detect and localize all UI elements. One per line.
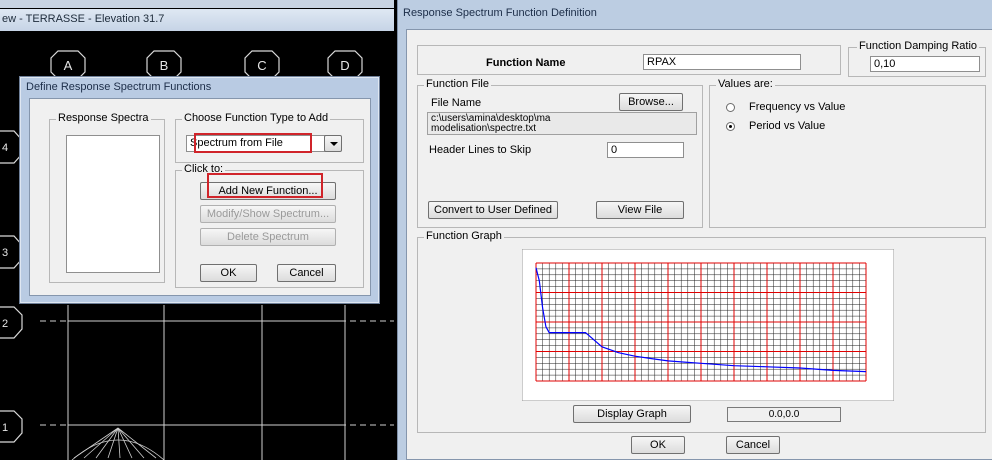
- add-function-highlight: [207, 173, 323, 198]
- display-graph-button[interactable]: Display Graph: [573, 405, 691, 423]
- elevation-title-bar: ew - TERRASSE - Elevation 31.7: [0, 9, 394, 31]
- function-type-dropdown-button[interactable]: [324, 135, 342, 152]
- values-are-group: Values are: Frequency vs Value Period vs…: [709, 78, 986, 228]
- period-radio-option[interactable]: Period vs Value: [726, 119, 906, 135]
- support-fan: [71, 427, 165, 460]
- convert-to-user-defined-button[interactable]: Convert to User Defined: [428, 201, 558, 219]
- period-radio[interactable]: [726, 122, 735, 131]
- graph-background: [522, 249, 894, 401]
- window-title: Response Spectrum Function Definition: [403, 7, 597, 19]
- response-spectra-label: Response Spectra: [56, 112, 151, 124]
- cancel-button[interactable]: Cancel: [277, 264, 336, 282]
- values-are-label: Values are:: [716, 78, 775, 90]
- choose-function-type-label: Choose Function Type to Add: [182, 112, 331, 124]
- ok-button[interactable]: OK: [631, 436, 685, 454]
- function-name-input[interactable]: RPAX: [643, 54, 801, 70]
- window-body: Function Name RPAX Function Damping Rati…: [406, 29, 992, 460]
- function-graph: [522, 249, 894, 401]
- story-label-3: 3: [2, 247, 8, 259]
- function-type-highlight: [194, 133, 312, 153]
- function-name-group: Function Name RPAX: [417, 45, 841, 75]
- view-file-button[interactable]: View File: [596, 201, 684, 219]
- modify-show-spectrum-button[interactable]: Modify/Show Spectrum...: [200, 205, 336, 223]
- delete-spectrum-button[interactable]: Delete Spectrum: [200, 228, 336, 246]
- response-spectra-list[interactable]: [66, 135, 160, 273]
- browse-button[interactable]: Browse...: [619, 93, 683, 111]
- cancel-button[interactable]: Cancel: [726, 436, 780, 454]
- function-graph-label: Function Graph: [424, 230, 504, 242]
- grid-bubble-b: B: [160, 58, 169, 73]
- grid-bubble-c: C: [257, 58, 266, 73]
- story-label-1: 1: [2, 422, 8, 434]
- period-label: Period vs Value: [749, 120, 826, 132]
- file-path-field[interactable]: c:\users\amina\desktop\ma modelisation\s…: [427, 112, 697, 135]
- damping-ratio-label: Function Damping Ratio: [857, 40, 980, 52]
- chevron-down-icon: [330, 142, 338, 146]
- damping-ratio-input[interactable]: 0,10: [870, 56, 980, 72]
- file-path-line-2: modelisation\spectre.txt: [431, 123, 537, 134]
- ok-button[interactable]: OK: [200, 264, 257, 282]
- frequency-radio-option[interactable]: Frequency vs Value: [726, 100, 906, 116]
- header-lines-input[interactable]: 0: [607, 142, 684, 158]
- grid-bubble-d: D: [340, 58, 349, 73]
- story-label-4: 4: [2, 142, 8, 154]
- dialog-title: Define Response Spectrum Functions: [26, 81, 212, 93]
- function-graph-group: Function Graph Display Graph 0.0,0.0: [417, 230, 986, 433]
- function-file-group: Function File File Name Browse... c:\use…: [417, 78, 703, 228]
- frequency-label: Frequency vs Value: [749, 101, 846, 113]
- function-file-label: Function File: [424, 78, 491, 90]
- response-spectra-group: Response Spectra: [49, 112, 165, 283]
- toolbar-strip: [0, 0, 394, 8]
- function-name-label: Function Name: [486, 57, 566, 69]
- story-label-2: 2: [2, 318, 8, 330]
- file-name-label: File Name: [431, 97, 482, 109]
- function-definition-window: Response Spectrum Function Definition Fu…: [397, 0, 992, 460]
- header-lines-label: Header Lines to Skip: [429, 144, 532, 156]
- elevation-title: ew - TERRASSE - Elevation 31.7: [2, 13, 165, 25]
- coordinate-readout: 0.0,0.0: [727, 407, 841, 422]
- grid-bubble-a: A: [64, 58, 73, 73]
- frequency-radio[interactable]: [726, 103, 735, 112]
- elevation-view: A B C D 4 3 2 1 ew - TERRASSE - Elevatio…: [0, 0, 394, 460]
- damping-ratio-group: Function Damping Ratio 0,10: [848, 40, 986, 77]
- define-response-spectrum-dialog: Define Response Spectrum Functions Respo…: [19, 76, 380, 304]
